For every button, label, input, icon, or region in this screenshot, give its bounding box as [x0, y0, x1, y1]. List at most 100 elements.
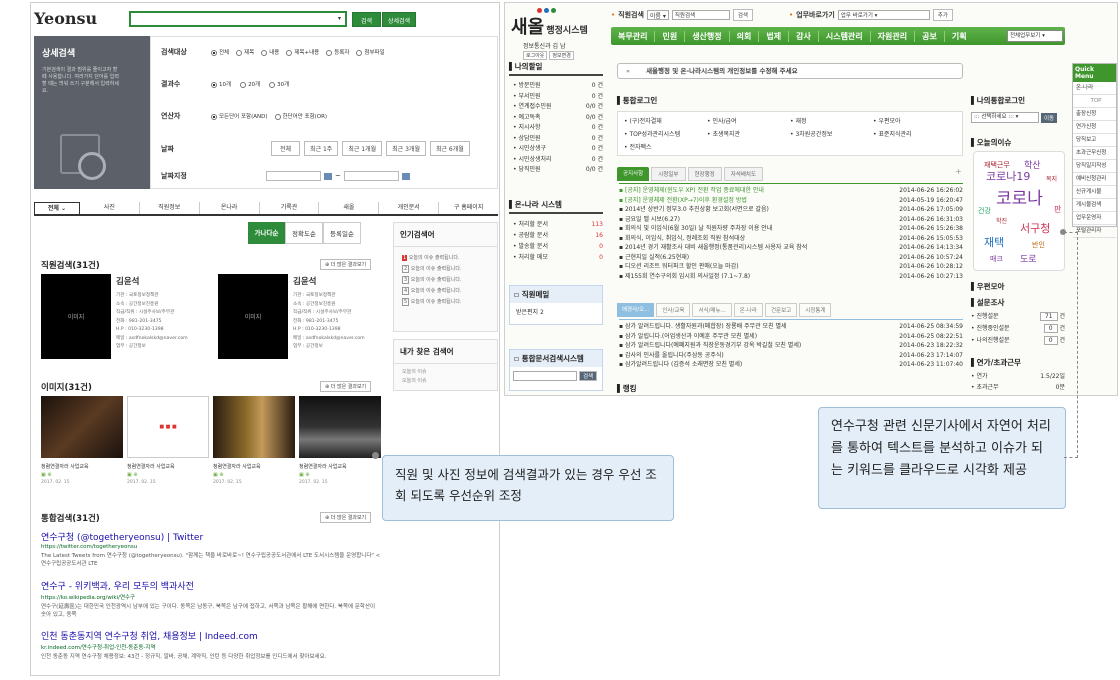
login-link[interactable]: • 우편모아 [873, 116, 956, 125]
menu-item[interactable]: 생산행정 [685, 30, 730, 42]
my-work-item[interactable]: • 당직민원 0/0 건 [513, 165, 603, 176]
board2-item[interactable]: ▪ 감사의 인사를 올립니다(주삼동 공주식) 2014-06-23 17:14:… [619, 351, 963, 361]
board-item[interactable]: ▪ [공지] 운영체제(윈도우 XP) 전환 작업 종료에대한 안내 2014-0… [619, 186, 963, 196]
image-card[interactable]: ■ ■ ■ 청렴연결자라 사업교육 ▣ ⊕ 2017. 02. 15 [127, 396, 209, 485]
plus-icon[interactable]: + [955, 167, 962, 176]
staff-search-button[interactable]: 검색 [732, 9, 753, 21]
board-item[interactable]: ▪ 2014년 상반기 정부3.0 추진상황 보고회(서면으로 갈음) 2014-… [619, 205, 963, 215]
board2-tab[interactable]: 인사/교육 [656, 303, 691, 317]
quick-menu-item[interactable]: 연가신청 [1073, 121, 1116, 134]
menu-item[interactable]: 기획 [945, 31, 974, 42]
radio-option[interactable]: 제목 [236, 48, 254, 56]
tab-archive[interactable]: 기록관 [260, 202, 320, 214]
radio-option[interactable]: 모든단어 포함(AND) [211, 112, 268, 120]
staff-search-select[interactable]: 이름 ▾ [646, 10, 669, 20]
result-title-link[interactable]: 연수구청 (@togetheryeonsu) | Twitter [41, 530, 381, 543]
quick-menu-item[interactable]: 당직보고 [1073, 134, 1116, 147]
cloud-word[interactable]: 학진 [996, 216, 1007, 225]
add-button[interactable]: 추가 [932, 9, 953, 21]
radio-option[interactable]: 제목+내용 [286, 48, 319, 56]
board2-item[interactable]: ▪ 삼가 알립니다.(어업생산과 이예훈 주무관 모친 별세) 2014-06-2… [619, 332, 963, 342]
chevron-icon[interactable]: « [626, 67, 630, 75]
cloud-word[interactable]: 판 [1054, 204, 1061, 215]
calendar-icon[interactable] [401, 172, 410, 180]
search-button[interactable]: 검색 [352, 12, 382, 27]
tab-saeol[interactable]: 새올 [319, 202, 380, 214]
quick-menu-item[interactable]: 온-나라 [1073, 82, 1116, 95]
onnara-item[interactable]: • 공람할 문서 16 [513, 230, 603, 241]
board-tab[interactable]: 시청일부 [651, 167, 686, 181]
staff-more-button[interactable]: ⊕ 더 많은 결과보기 [320, 259, 372, 270]
tab-old-homepage[interactable]: 구 홈페이지 [439, 202, 498, 214]
quick-menu-item[interactable]: 신규게시물 [1073, 186, 1116, 199]
integrated-more-button[interactable]: ⊕ 더 많은 결과보기 [320, 512, 372, 523]
my-work-item[interactable]: • 시민상생구 0 건 [513, 144, 603, 155]
quick-go-select[interactable]: 업무 바로가기 ▾ [837, 10, 930, 20]
board-item[interactable]: ▪ 제155회 연수구의회 임시회 의사일정 (7.1~7.8) 2014-06-… [619, 272, 963, 282]
onnara-item[interactable]: • 처리할 메모 0 [513, 252, 603, 263]
login-link[interactable]: • 재정 [790, 116, 873, 125]
staff-name[interactable]: 김윤석 [116, 275, 139, 287]
board-item[interactable]: ▪ 근현지일 실적(6.25현재) 2014-06-26 10:57:24 [619, 253, 963, 263]
menu-item[interactable]: 자원관리 [871, 30, 916, 42]
cloud-word[interactable]: 코로나19 [986, 168, 1030, 184]
image-thumbnail[interactable] [41, 396, 123, 458]
board2-tab[interactable]: 애경사/오... [617, 303, 655, 317]
my-login-select[interactable]: ::: 선택하세요 ::: ▾ [971, 112, 1039, 123]
board-item[interactable]: ▪ 회의식 및 이임식(6월 30일) 날 직원차량 주차장 이용 안내 2014… [619, 224, 963, 234]
tab-staff[interactable]: 직원정보 [140, 202, 200, 214]
my-login-go-button[interactable]: 이동 [1041, 112, 1058, 123]
tab-all[interactable]: 전체 ⌄ [34, 202, 80, 214]
quick-menu-item[interactable]: TOP [1073, 95, 1116, 108]
popular-item[interactable]: 1 오늘의 이슈 출력됩니다. [402, 253, 489, 264]
result-url[interactable]: kr.indeed.com/연수구청-취업-인천-동춘동-지역 [41, 643, 381, 651]
radio-option[interactable]: 20개 [240, 80, 260, 88]
image-card[interactable]: 청렴연결자라 사업교육 ▣ ⊕ 2017. 02. 15 [299, 396, 381, 485]
board-tab[interactable]: 공지사항 [617, 167, 650, 181]
login-link[interactable]: • 3차원공간정보 [790, 129, 873, 138]
doc-search-button[interactable]: 검색 [579, 371, 598, 381]
date-from-input[interactable] [266, 171, 321, 181]
radio-option[interactable]: 한단어만 포함(OR) [274, 112, 327, 120]
image-more-button[interactable]: ⊕ 더 많은 결과보기 [320, 381, 372, 392]
date-button[interactable]: 최근 3개월 [386, 141, 426, 156]
logo[interactable]: Yeonsu [34, 9, 97, 28]
quick-menu-item[interactable]: 게시물검색 [1073, 199, 1116, 212]
login-link[interactable]: • 인사/급여 [707, 116, 790, 125]
onnara-item[interactable]: • 처리할 문서 113 [513, 219, 603, 230]
result-title-link[interactable]: 연수구 - 위키백과, 우리 모두의 백과사전 [41, 579, 381, 592]
board-item[interactable]: ▪ 디오션 리조트 워터파크 할인 판매(오늘 마감) 2014-06-26 10… [619, 262, 963, 272]
quick-menu-item[interactable]: 초과근무신청 [1073, 147, 1116, 160]
menu-item[interactable]: 법제 [759, 30, 790, 42]
board2-item[interactable]: ▪ 삼가 알려드립니다(예폐지원과 직장운동경기부 강옥 박길철 모친 별세) 2… [619, 341, 963, 351]
menu-item[interactable]: 공보 [915, 30, 945, 42]
my-work-item[interactable]: • 예고독촉 0/0 건 [513, 113, 603, 124]
login-link[interactable]: • 전자팩스 [624, 142, 707, 151]
quick-menu-item[interactable]: 당직일지작성 [1073, 160, 1116, 173]
menu-item[interactable]: 시스템관리 [819, 30, 871, 42]
quick-menu-item[interactable]: 예비신청관리 [1073, 173, 1116, 186]
tab-photo[interactable]: 사진 [80, 202, 140, 214]
staff-name[interactable]: 김윤석 [293, 275, 316, 287]
calendar-icon[interactable] [324, 172, 332, 180]
sort-accuracy-button[interactable]: 정확도순 [285, 222, 323, 244]
cloud-word[interactable]: 반인 [1032, 240, 1045, 250]
radio-option[interactable]: 전체 [211, 48, 229, 56]
result-title-link[interactable]: 인천 동춘동지역 연수구청 취업, 채용정보 | Indeed.com [41, 629, 381, 642]
my-work-item[interactable]: • 방문민원 0 건 [513, 81, 603, 92]
staff-search-input[interactable]: 직원검색 [671, 10, 730, 20]
cloud-word[interactable]: 도로 [1020, 252, 1037, 265]
onnara-item[interactable]: • 발송할 문서 0 [513, 241, 603, 252]
quick-menu-item[interactable]: 포털관리자 [1073, 225, 1116, 238]
survey-item[interactable]: • 진행설문 71 건 [971, 311, 1065, 323]
cloud-word[interactable]: 재택 [984, 234, 1004, 250]
tab-onnara[interactable]: 온나라 [200, 202, 260, 214]
result-url[interactable]: https://twitter.com/togetheryeonsu [41, 544, 381, 550]
login-link[interactable]: • 표준지식관리 [873, 129, 956, 138]
cloud-word[interactable]: 복지 [1046, 174, 1057, 183]
radio-option[interactable]: 30개 [269, 80, 289, 88]
my-work-item[interactable]: • 시민상생처리 0 건 [513, 155, 603, 166]
date-button[interactable]: 최근 1개월 [342, 141, 383, 156]
popular-item[interactable]: 3 오늘의 이슈 출력됩니다. [402, 275, 489, 286]
radio-option[interactable]: 첨부파일 [356, 48, 385, 56]
